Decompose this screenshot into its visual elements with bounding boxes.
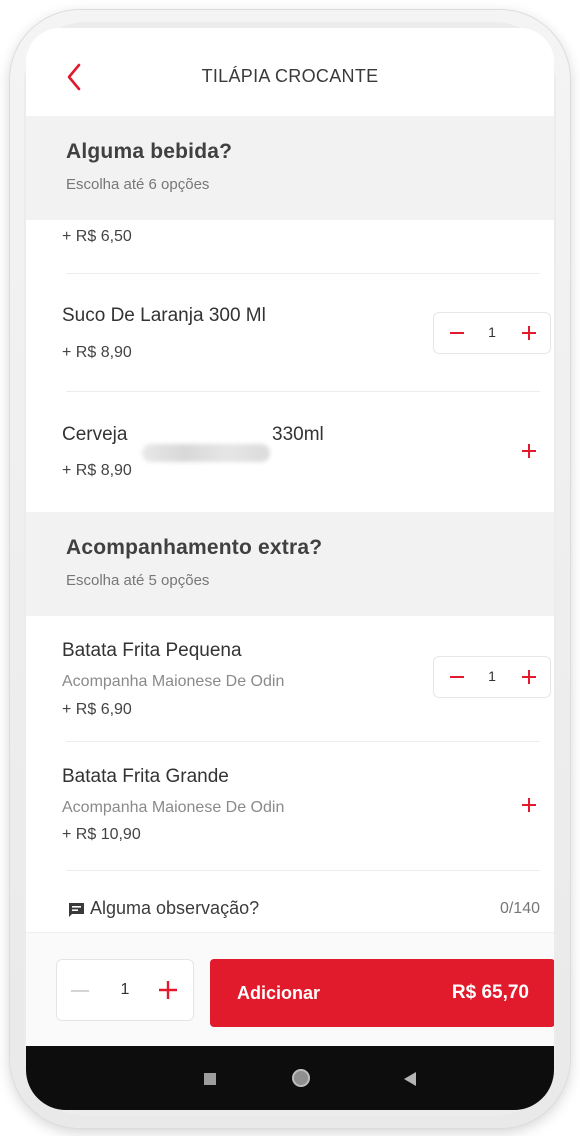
item-name: Suco De Laranja 300 Ml [62, 305, 266, 326]
order-quantity-stepper: 1 [56, 959, 194, 1021]
divider [66, 391, 540, 392]
item-price: + R$ 8,90 [62, 344, 132, 361]
back-triangle-icon[interactable] [404, 1072, 416, 1086]
observation-label: Alguma observação? [90, 898, 260, 918]
item-price: + R$ 6,50 [62, 228, 132, 245]
plus-icon[interactable] [522, 326, 536, 340]
minus-icon[interactable] [450, 332, 464, 334]
quantity-value: 1 [120, 981, 130, 998]
add-button-label: Adicionar [237, 983, 321, 1003]
divider [66, 273, 540, 274]
item-description: Acompanha Maionese De Odin [62, 799, 285, 816]
section-title: Alguma bebida? [66, 140, 233, 163]
redacted-brand [142, 444, 270, 462]
divider [66, 870, 540, 871]
quantity-stepper: 1 [433, 656, 551, 698]
header: TILÁPIA CROCANTE [26, 28, 554, 116]
observation-row[interactable]: Alguma observação? 0/140 [26, 892, 554, 932]
plus-icon[interactable] [159, 981, 177, 999]
item-description: Acompanha Maionese De Odin [62, 673, 285, 690]
item-price: + R$ 8,90 [62, 462, 132, 479]
section-drinks-header: Alguma bebida? Escolha até 6 opções [26, 116, 554, 220]
minus-icon[interactable] [450, 676, 464, 678]
item-price: + R$ 6,90 [62, 701, 132, 718]
section-sides-header: Acompanhamento extra? Escolha até 5 opçõ… [26, 512, 554, 616]
item-name: Batata Frita Grande [62, 766, 229, 787]
divider [66, 741, 540, 742]
quantity-stepper: 1 [433, 312, 551, 354]
page-title: TILÁPIA CROCANTE [201, 66, 379, 86]
character-counter: 0/140 [499, 900, 540, 917]
quantity-value: 1 [488, 324, 496, 340]
system-nav-bar [26, 1046, 554, 1110]
total-price: R$ 65,70 [451, 982, 529, 1003]
section-subtitle: Escolha até 6 opções [66, 176, 210, 193]
item-name-prefix: Cerveja [62, 424, 128, 445]
quantity-value: 1 [488, 668, 496, 684]
section-subtitle: Escolha até 5 opções [66, 572, 210, 589]
minus-icon[interactable] [71, 990, 89, 992]
item-name: Batata Frita Pequena [62, 640, 242, 661]
footer-bar: 1 Adicionar R$ 65,70 [26, 932, 554, 1046]
item-name-suffix: 330ml [272, 424, 324, 445]
plus-icon[interactable] [522, 670, 536, 684]
comment-icon [69, 903, 84, 917]
square-nav-icon[interactable] [204, 1073, 216, 1085]
plus-icon[interactable] [522, 798, 536, 812]
item-price: + R$ 10,90 [62, 826, 141, 843]
home-circle-icon[interactable] [292, 1069, 310, 1087]
section-title: Acompanhamento extra? [66, 536, 323, 559]
add-to-cart-button[interactable]: Adicionar R$ 65,70 [210, 959, 554, 1027]
app-screen: TILÁPIA CROCANTE Alguma bebida? Escolha … [26, 28, 554, 1110]
plus-icon[interactable] [522, 444, 536, 458]
